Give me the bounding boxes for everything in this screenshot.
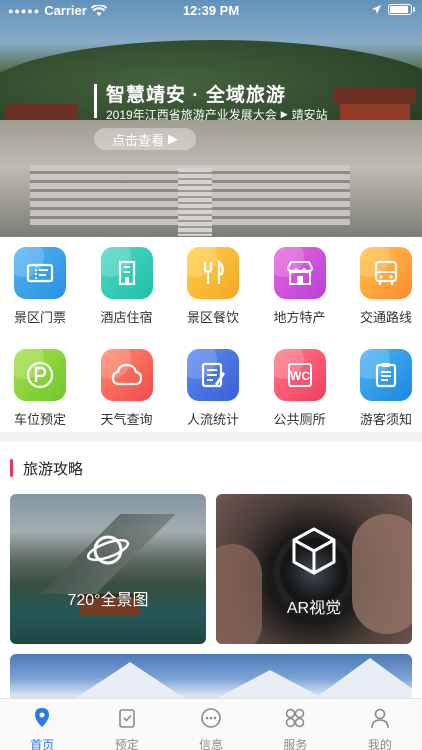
tab-label: 服务 (283, 738, 308, 750)
services-icon (284, 707, 306, 732)
triangle-right-icon: ▶ (280, 109, 288, 119)
booking-icon (117, 707, 137, 732)
service-grid: 景区门票 酒店住宿 景区餐饮 地方特产 交通路线车位预定 天气查询 人流统计 WC 公共厕所 游客… (0, 237, 422, 432)
hero-banner[interactable]: 智慧靖安 · 全域旅游 2019年江西省旅游产业发展大会 ▶ 靖安站 点击查看 … (0, 0, 422, 237)
grid-item-label: 人流统计 (186, 412, 239, 427)
grid-item-label: 游客须知 (359, 412, 412, 427)
hero-bar (94, 84, 97, 118)
battery-icon (388, 4, 415, 15)
planet-icon (86, 535, 130, 565)
tab-user[interactable]: 我的 (338, 699, 422, 750)
tab-label: 我的 (367, 738, 392, 750)
ticket-icon (14, 247, 66, 299)
tab-services[interactable]: 服务 (253, 699, 337, 750)
grid-item-toilet[interactable]: WC 公共厕所 (258, 339, 342, 429)
section-header: 旅游攻略 (10, 457, 83, 479)
svg-text:WC: WC (290, 369, 310, 383)
tab-label: 首页 (30, 738, 55, 750)
shop-icon (273, 247, 326, 299)
tab-label: 信息 (199, 738, 224, 750)
card-peak (310, 658, 412, 702)
view-button[interactable]: 点击查看 ▶ (94, 128, 196, 150)
parking-icon (14, 349, 66, 401)
grid-item-cutlery[interactable]: 景区餐饮 (171, 237, 255, 327)
view-button-label: 点击查看 (111, 132, 164, 148)
grid-item-label: 酒店住宿 (100, 310, 153, 325)
hotel-icon (100, 247, 153, 299)
hero-title: 智慧靖安 · 全域旅游 (106, 85, 286, 106)
hero-subtitle: 2019年江西省旅游产业发展大会 ▶ 靖安站 (106, 106, 328, 123)
tab-booking[interactable]: 预定 (84, 699, 168, 750)
status-time: 12:39 PM (182, 3, 240, 18)
grid-item-label: 地方特产 (273, 310, 326, 325)
section-divider (0, 432, 422, 442)
toilet-icon: WC (273, 349, 326, 401)
tab-location-pin[interactable]: 首页 (0, 699, 84, 750)
play-icon: ▶ (168, 131, 178, 146)
ar-caption: AR视觉 (286, 600, 342, 617)
grid-item-label: 公共厕所 (273, 412, 326, 427)
grid-item-label: 车位预定 (13, 412, 66, 427)
grid-item-label: 景区门票 (13, 310, 66, 325)
location-pin-icon (32, 707, 52, 732)
section-accent-bar (10, 459, 13, 477)
statistics-icon (187, 349, 239, 401)
notice-icon (360, 349, 412, 401)
grid-item-shop[interactable]: 地方特产 (258, 237, 342, 327)
location-arrow-icon (372, 5, 381, 14)
tab-bar: 首页 预定 信息 服务 我的 (0, 698, 422, 750)
grid-item-statistics[interactable]: 人流统计 (171, 339, 255, 429)
grid-item-label: 景区餐饮 (186, 310, 239, 325)
tab-chat[interactable]: 信息 (169, 699, 253, 750)
grid-item-ticket[interactable]: 景区门票 (0, 237, 82, 327)
user-icon (370, 707, 390, 732)
grid-item-label: 交通路线 (359, 310, 412, 325)
section-title: 旅游攻略 (23, 460, 84, 478)
panorama-card[interactable]: 720°全景图 (10, 494, 206, 644)
ar-card[interactable]: AR视觉 (216, 494, 412, 644)
tab-label: 预定 (114, 738, 139, 750)
status-bar: ●●●●● Carrier 12:39 PM (0, 0, 422, 22)
grid-item-hotel[interactable]: 酒店住宿 (85, 237, 169, 327)
cloud-icon (100, 349, 153, 401)
card-peak (70, 662, 190, 702)
status-right (371, 4, 415, 15)
grid-item-label: 天气查询 (100, 412, 153, 427)
panorama-caption: 720°全景图 (67, 592, 149, 609)
grid-item-parking[interactable]: 车位预定 (0, 339, 82, 429)
cube-icon (292, 527, 336, 575)
grid-item-notice[interactable]: 游客须知 (344, 339, 422, 429)
cutlery-icon (187, 247, 239, 299)
bus-icon (360, 247, 412, 299)
hero-subtitle-text: 2019年江西省旅游产业发展大会 (106, 108, 277, 122)
hero-station: 靖安站 (291, 108, 328, 122)
grid-item-bus[interactable]: 交通路线 (344, 237, 422, 327)
grid-item-cloud[interactable]: 天气查询 (85, 339, 169, 429)
chat-icon (200, 707, 222, 732)
